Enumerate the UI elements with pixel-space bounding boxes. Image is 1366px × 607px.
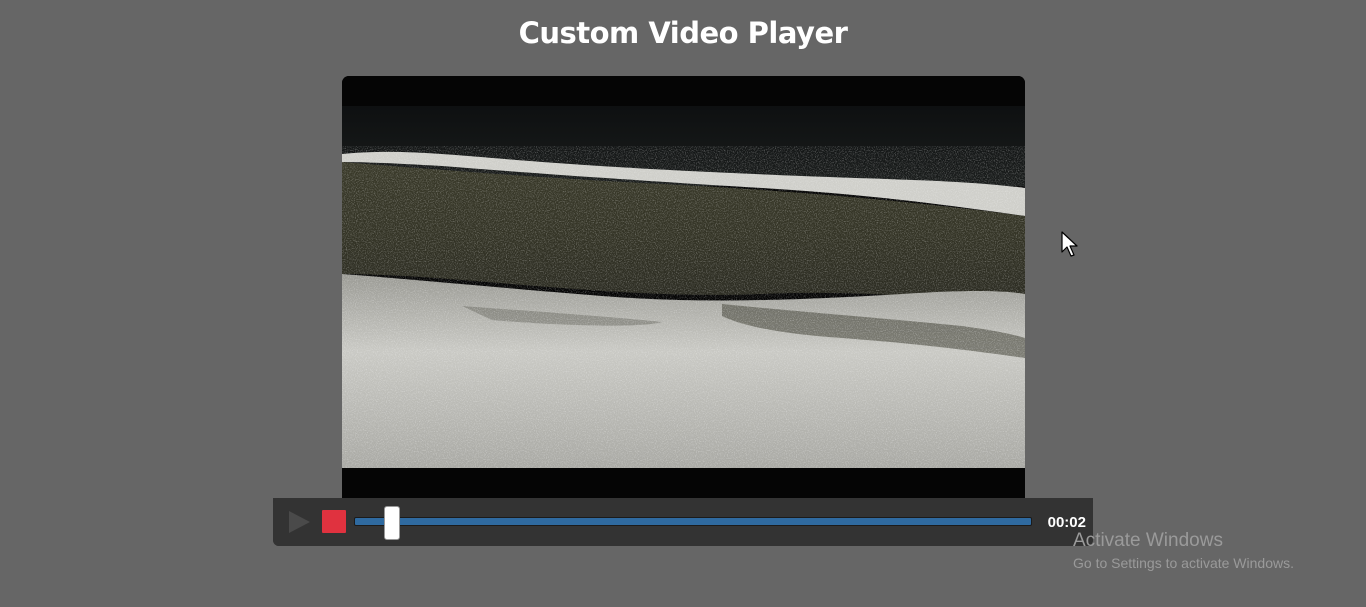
arrow-pointer-icon — [1061, 231, 1078, 257]
progress-slider-track[interactable] — [354, 517, 1032, 526]
stop-button[interactable] — [322, 510, 346, 533]
activate-windows-title: Activate Windows — [1073, 530, 1223, 551]
play-button[interactable] — [286, 510, 312, 534]
progress-slider-thumb[interactable] — [383, 506, 400, 540]
play-icon — [289, 511, 310, 533]
video-frame-image — [342, 76, 1025, 498]
page-title: Custom Video Player — [518, 16, 848, 50]
video-display[interactable] — [342, 76, 1025, 498]
activate-windows-subtitle: Go to Settings to activate Windows. — [1073, 555, 1294, 571]
current-time-display: 00:02 — [1047, 514, 1086, 531]
